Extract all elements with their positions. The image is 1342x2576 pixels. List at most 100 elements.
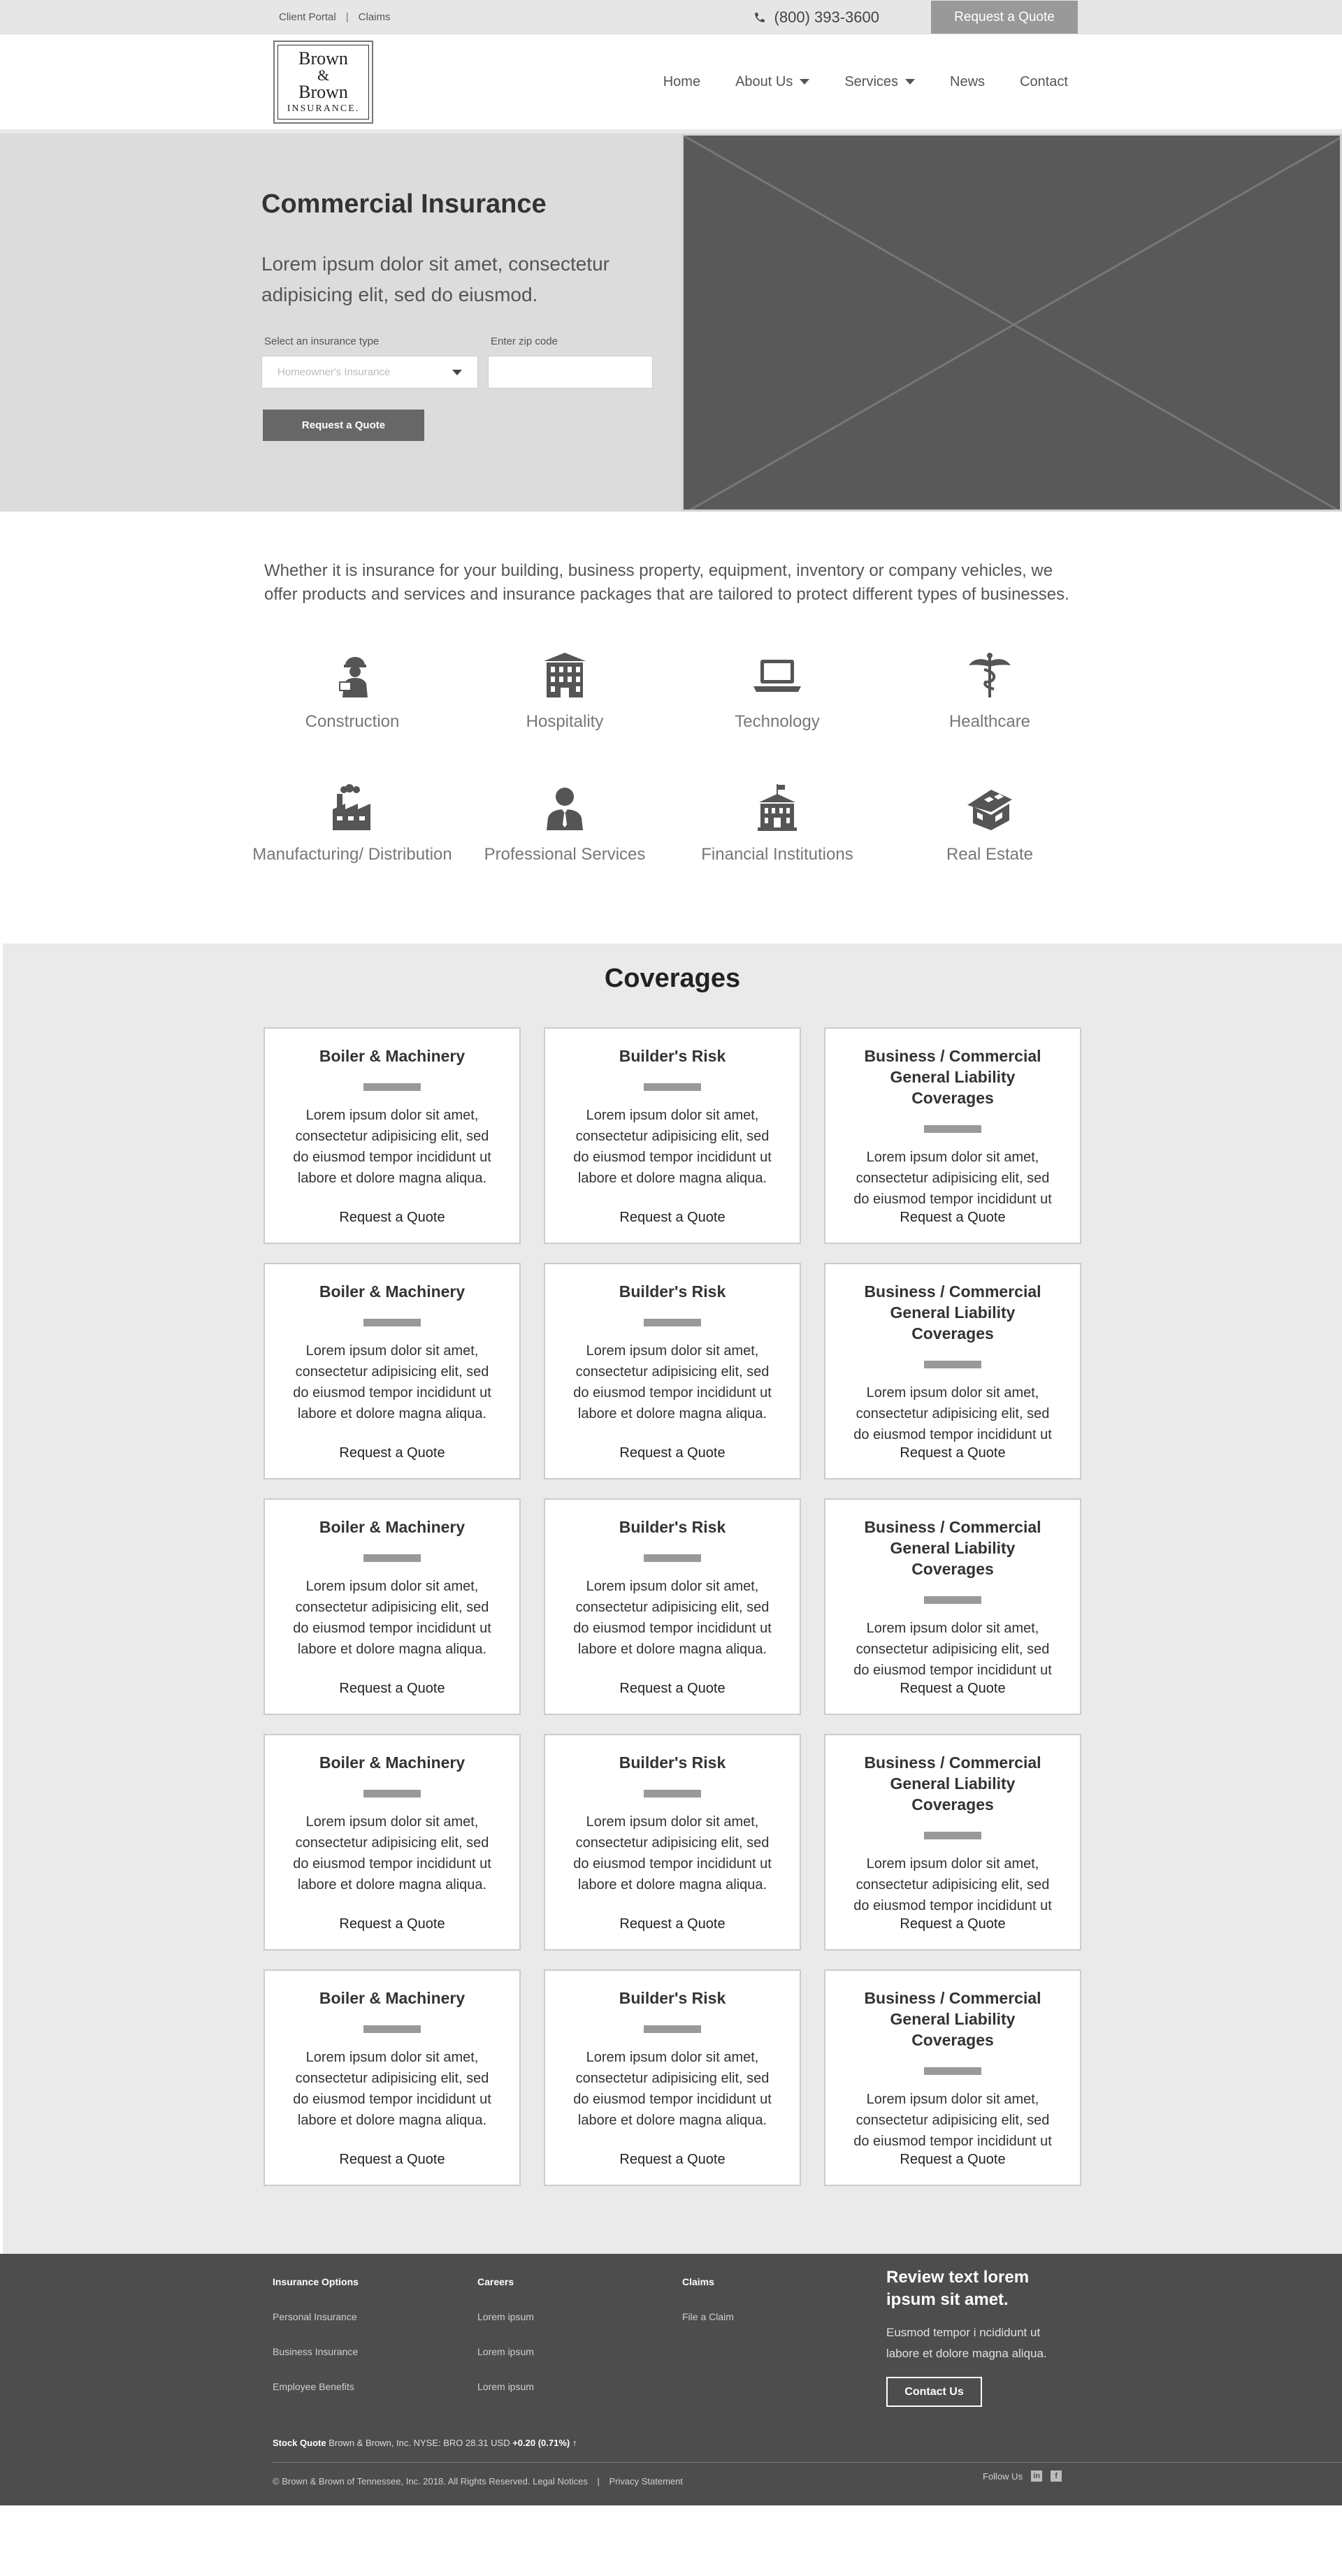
insurance-type-select[interactable]: Homeowner's Insurance [261,356,478,389]
coverage-description: Lorem ipsum dolor sit amet, consectetur … [573,2050,772,2128]
stock-quote: Stock Quote Brown & Brown, Inc. NYSE: BR… [273,2438,577,2448]
coverage-request-quote-link[interactable]: Request a Quote [339,1210,445,1226]
zip-code-input[interactable] [488,356,653,389]
hero-section: Commercial Insurance Lorem ipsum dolor s… [0,133,1342,512]
coverage-description: Lorem ipsum dolor sit amet, consectetur … [573,1814,772,1893]
coverage-request-quote-link[interactable]: Request a Quote [339,1681,445,1697]
coverage-title: Boiler & Machinery [319,1282,466,1301]
footer-heading: Insurance Options [273,2276,359,2287]
top-bar-right: (800) 393-3600 Request a Quote [753,0,1078,34]
nav-home[interactable]: Home [663,74,700,90]
contact-us-button[interactable]: Contact Us [886,2377,982,2407]
hero-content: Commercial Insurance Lorem ipsum dolor s… [261,189,660,441]
brand-logo[interactable]: Brown & Brown INSURANCE. [273,40,373,124]
coverage-divider [924,1832,981,1839]
nav-home-label: Home [663,73,701,89]
industry-real-estate[interactable]: Real Estate [883,784,1096,867]
review-text: Eusmod tempor i ncididunt ut labore et d… [886,2326,1047,2360]
industry-technology[interactable]: Technology [671,651,883,734]
coverage-description: Lorem ipsum dolor sit amet, consectetur … [853,1621,1052,1678]
coverage-divider [644,2025,701,2033]
review-block: Review text lorem ipsum sit amet. Eusmod… [886,2266,1075,2407]
hero-request-quote-button[interactable]: Request a Quote [263,410,424,441]
building-icon [544,653,586,697]
coverage-divider [363,1554,421,1562]
industry-financial-institutions[interactable]: Financial Institutions [671,784,883,867]
linkedin-icon[interactable]: in [1031,2470,1043,2482]
industry-manufacturing[interactable]: Manufacturing/ Distribution [246,784,459,867]
industry-healthcare[interactable]: Healthcare [883,651,1096,734]
footer-link[interactable]: Personal Insurance [273,2311,477,2322]
request-quote-top-button[interactable]: Request a Quote [931,1,1078,34]
privacy-statement-link[interactable]: Privacy Statement [609,2476,684,2487]
footer-link[interactable]: Lorem ipsum [477,2381,682,2392]
footer-link[interactable]: Employee Benefits [273,2381,477,2392]
logo-mark: Brown & Brown INSURANCE. [277,44,369,120]
phone-number-text: (800) 393-3600 [774,8,879,26]
coverage-request-quote-link[interactable]: Request a Quote [619,1681,725,1697]
coverage-divider [363,1319,421,1326]
footer-link[interactable]: Business Insurance [273,2346,477,2357]
coverage-request-quote-link[interactable]: Request a Quote [339,2152,445,2168]
coverage-request-quote-link[interactable]: Request a Quote [619,2152,725,2168]
nav-news[interactable]: News [950,74,985,90]
utility-separator: | [345,11,349,23]
quote-form: Select an insurance type Homeowner's Ins… [261,335,660,389]
coverage-request-quote-link[interactable]: Request a Quote [619,1210,725,1226]
coverage-card: Boiler & Machinery Lorem ipsum dolor sit … [264,1263,521,1479]
coverage-request-quote-link[interactable]: Request a Quote [339,1445,445,1461]
coverage-divider [644,1319,701,1326]
chevron-down-icon [800,79,810,85]
coverage-title: Business / Commercial General Liability … [864,1753,1041,1814]
coverage-card: Builder's Risk Lorem ipsum dolor sit amet… [544,1734,801,1951]
coverage-request-quote-link[interactable]: Request a Quote [900,1916,1005,1932]
copyright-text[interactable]: © Brown & Brown of Tennessee, Inc. 2018.… [273,2476,588,2487]
nav-about-us[interactable]: About Us [735,73,810,90]
hero-image-placeholder [681,133,1342,512]
businessman-icon [547,788,583,830]
nav-contact[interactable]: Contact [1020,74,1068,90]
coverage-card: Builder's Risk Lorem ipsum dolor sit amet… [544,1498,801,1715]
coverage-divider [644,1554,701,1562]
footer-link[interactable]: File a Claim [682,2311,887,2322]
industry-construction[interactable]: Construction [246,651,459,734]
coverage-divider [644,1083,701,1091]
footer-heading: Careers [477,2276,514,2287]
coverage-request-quote-link[interactable]: Request a Quote [900,2152,1005,2168]
insurance-type-label: Select an insurance type [264,335,380,347]
coverage-request-quote-link[interactable]: Request a Quote [900,1445,1005,1461]
footer-link[interactable]: Lorem ipsum [477,2311,682,2322]
coverage-request-quote-link[interactable]: Request a Quote [900,1210,1005,1226]
coverage-title: Business / Commercial General Liability … [864,1989,1041,2049]
claims-link[interactable]: Claims [359,11,391,23]
footer-link[interactable]: Lorem ipsum [477,2346,682,2357]
phone-number[interactable]: (800) 393-3600 [753,8,879,27]
nav-services-label: Services [844,73,899,89]
coverage-description: Lorem ipsum dolor sit amet, consectetur … [573,1108,772,1186]
coverage-request-quote-link[interactable]: Request a Quote [900,1681,1005,1697]
industries-grid: Construction Hospitality Technology Heal… [246,651,1096,867]
coverage-title: Boiler & Machinery [319,1518,466,1536]
coverage-description: Lorem ipsum dolor sit amet, consectetur … [853,1856,1052,1913]
nav-contact-label: Contact [1020,73,1068,89]
coverage-card: Builder's Risk Lorem ipsum dolor sit amet… [544,1263,801,1479]
coverage-description: Lorem ipsum dolor sit amet, consectetur … [573,1579,772,1657]
coverage-card: Builder's Risk Lorem ipsum dolor sit amet… [544,1027,801,1244]
industry-professional-services[interactable]: Professional Services [459,784,671,867]
coverage-title: Builder's Risk [619,1518,726,1536]
client-portal-link[interactable]: Client Portal [279,11,336,23]
industry-hospitality[interactable]: Hospitality [459,651,671,734]
coverage-description: Lorem ipsum dolor sit amet, consectetur … [293,1814,491,1893]
coverage-request-quote-link[interactable]: Request a Quote [619,1445,725,1461]
coverage-title: Boiler & Machinery [319,1989,466,2007]
coverage-description: Lorem ipsum dolor sit amet, consectetur … [293,1108,491,1186]
coverage-request-quote-link[interactable]: Request a Quote [619,1916,725,1932]
coverage-request-quote-link[interactable]: Request a Quote [339,1916,445,1932]
facebook-icon[interactable]: f [1051,2470,1062,2482]
laptop-icon [753,660,801,692]
coverage-description: Lorem ipsum dolor sit amet, consectetur … [573,1343,772,1421]
coverage-description: Lorem ipsum dolor sit amet, consectetur … [293,1343,491,1421]
nav-about-us-label: About Us [735,73,793,89]
footer-divider [273,2462,1342,2463]
nav-services[interactable]: Services [844,73,916,90]
